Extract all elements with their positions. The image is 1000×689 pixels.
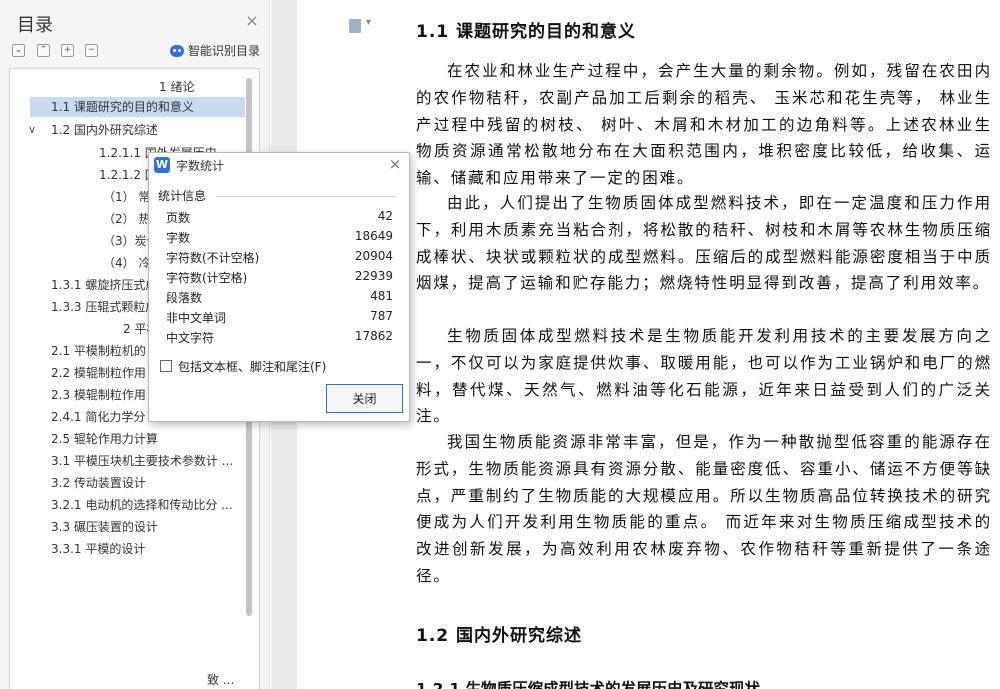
stat-label-chars-with-spaces: 字符数(计空格)	[166, 271, 248, 285]
stat-label-pages: 页数	[166, 211, 191, 225]
paragraph: 在农业和林业生产过程中，会产生大量的剩余物。例如，残留在农田内的农作物秸秆，农副…	[416, 62, 992, 188]
toc-item[interactable]: 2.2 模辊制粒作用	[51, 363, 146, 383]
paragraph: 我国生物质能资源非常丰富，但是，作为一种散抛型低容重的能源存在形式，生物质能资源…	[416, 433, 992, 585]
page-outline-icon[interactable]	[349, 17, 371, 33]
toc-item[interactable]: 1.2 国内外研究综述	[51, 120, 158, 140]
word-count-dialog: W 字数统计 × 统计信息 页数 42 字数 18649 字符数(不计空格) 2…	[148, 152, 410, 422]
stat-label-paragraphs: 段落数	[166, 291, 203, 305]
stat-value-words: 18649	[354, 229, 393, 243]
dialog-title: 字数统计	[176, 159, 225, 173]
toc-item[interactable]: 致 ...	[207, 670, 234, 689]
stat-label-chinese-chars: 中文字符	[166, 331, 215, 345]
sidebar-title: 目录	[17, 15, 53, 36]
dialog-close-icon[interactable]: ×	[387, 155, 403, 173]
stat-value-chars-with-spaces: 22939	[354, 269, 393, 283]
section-divider	[216, 196, 396, 197]
stat-value-paragraphs: 481	[370, 289, 393, 303]
wps-logo-icon: W	[154, 157, 170, 173]
stat-value-non-chinese-words: 787	[370, 309, 393, 323]
add-heading-icon[interactable]: +	[61, 44, 74, 57]
heading-1-2-1-text: 1.2.1 生物质压缩成型技术的发展历史及研究现状	[416, 680, 761, 689]
smart-toc-button[interactable]: 智能识别目录	[170, 42, 260, 59]
close-button[interactable]: 关闭	[326, 384, 403, 413]
toc-item[interactable]: 1 绪论	[159, 77, 194, 97]
stat-value-pages: 42	[377, 209, 393, 223]
toc-item[interactable]: 3.1 平模压块机主要技术参数计 ...	[51, 451, 233, 471]
heading-1-1: 1.1 课题研究的目的和意义	[416, 22, 637, 42]
stat-value-chars-no-spaces: 20904	[354, 249, 393, 263]
heading-1-2: 1.2 国内外研究综述	[416, 626, 583, 646]
stat-label-non-chinese-words: 非中文单词	[166, 311, 227, 325]
include-textbox-label[interactable]: 包括文本框、脚注和尾注(F)	[178, 358, 326, 375]
stat-label-words: 字数	[166, 231, 191, 245]
toc-item[interactable]: 3.2.1 电动机的选择和传动比分 ...	[51, 495, 233, 515]
toc-item[interactable]: 2.4.1 简化力学分	[51, 407, 145, 427]
ai-robot-icon	[170, 45, 184, 57]
paragraph: 生物质固体成型燃料技术是生物质能开发利用技术的主要发展方向之一，不仅可以为家庭提…	[416, 327, 992, 426]
stat-label-chars-no-spaces: 字符数(不计空格)	[166, 251, 260, 265]
stat-value-chinese-chars: 17862	[354, 329, 393, 343]
toc-item[interactable]: 2.1 平模制粒机的	[51, 341, 146, 361]
include-textbox-checkbox[interactable]	[160, 360, 172, 372]
expand-up-icon[interactable]: ⌃	[37, 44, 50, 57]
collapse-all-icon[interactable]: ⌄	[12, 44, 25, 57]
toc-item[interactable]: 3.2 传动装置设计	[51, 473, 146, 493]
sidebar-close-icon[interactable]: ×	[244, 13, 260, 29]
toc-item[interactable]: 3.3 碾压装置的设计	[51, 517, 158, 537]
paragraph: 由此，人们提出了生物质固体成型燃料技术，即在一定温度和压力作用下，利用木质素充当…	[416, 194, 992, 293]
heading-1-2-1: 1.2.1 生物质压缩成型技术的发展历史及研究现状	[416, 675, 986, 689]
remove-heading-icon[interactable]: −	[85, 44, 98, 57]
stats-section-label: 统计信息	[158, 189, 207, 203]
smart-toc-label: 智能识别目录	[188, 44, 261, 58]
toc-item[interactable]: 2.5 辊轮作用力计算	[51, 429, 158, 449]
toc-item[interactable]: 2.3 模辊制粒作用	[51, 385, 146, 405]
toc-item[interactable]: 3.3.1 平模的设计	[51, 539, 145, 559]
toc-item-active[interactable]: 1.1 课题研究的目的和意义	[30, 97, 245, 117]
chevron-down-icon[interactable]: ∨	[28, 123, 36, 136]
